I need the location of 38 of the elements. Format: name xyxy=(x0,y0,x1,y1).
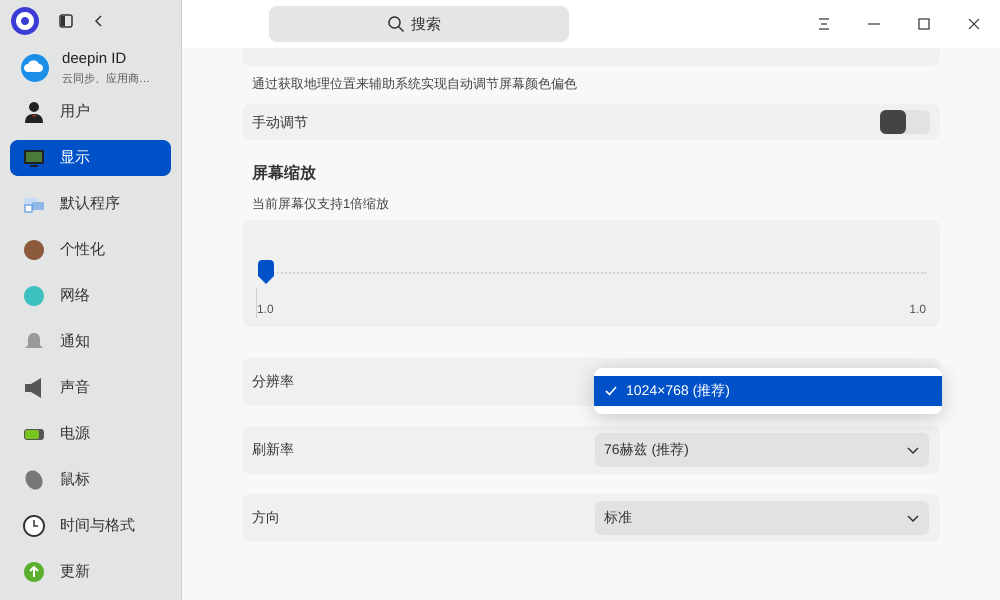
menu-icon[interactable] xyxy=(816,16,832,32)
sidebar-item[interactable]: 电源 xyxy=(10,416,171,452)
row-label: 方向 xyxy=(252,508,280,527)
sidebar-item[interactable]: 更新 xyxy=(10,554,171,590)
maximize-icon[interactable] xyxy=(916,16,932,32)
section-subtitle: 当前屏幕仅支持1倍缩放 xyxy=(251,195,390,213)
combo-box[interactable]: 标准 xyxy=(595,500,929,534)
sidebar-item[interactable]: 鼠标 xyxy=(10,462,171,498)
sidebar-item[interactable]: 时间与格式 xyxy=(10,508,171,544)
close-icon[interactable] xyxy=(966,16,982,32)
cloud-avatar-icon xyxy=(20,52,50,83)
arrow-up-icon xyxy=(22,560,46,584)
tick-label: 1.0 xyxy=(256,288,280,318)
tick-label: 1.0 xyxy=(909,300,926,318)
sidebar-item[interactable]: 显示 xyxy=(10,140,171,176)
row-label: 刷新率 xyxy=(252,440,294,459)
sidebar-item[interactable]: 声音 xyxy=(10,370,171,406)
row-label: 分辨率 xyxy=(252,372,294,391)
toggle-switch[interactable] xyxy=(880,110,930,134)
section-title: 屏幕缩放 xyxy=(251,163,317,184)
search-icon xyxy=(387,15,405,33)
row-label: 手动调节 xyxy=(252,112,308,132)
sidebar-item[interactable]: 通知 xyxy=(10,324,171,360)
description-text: 通过获取地理位置来辅助系统实现自动调节屏幕颜色偏色 xyxy=(251,75,578,93)
check-icon xyxy=(604,384,618,398)
account-name: deepin ID xyxy=(62,49,128,70)
sidebar-item[interactable]: 默认程序 xyxy=(10,186,171,222)
sidebar-item[interactable]: 用户 xyxy=(10,94,171,130)
combo-box[interactable]: 76赫兹 (推荐) xyxy=(595,432,929,466)
account-subtitle: 云同步、应用商… xyxy=(62,72,150,87)
sidebar-item[interactable]: 网络 xyxy=(10,278,171,314)
search-field[interactable]: 搜索 xyxy=(269,6,569,42)
person-icon xyxy=(22,100,46,124)
sidebar-item[interactable]: 个性化 xyxy=(10,232,171,268)
slider-thumb[interactable] xyxy=(256,260,276,286)
sidebar-toggle-icon[interactable] xyxy=(58,12,74,29)
clock-icon xyxy=(22,514,46,538)
dropdown-option[interactable]: 1024×768 (推荐) xyxy=(594,376,942,406)
